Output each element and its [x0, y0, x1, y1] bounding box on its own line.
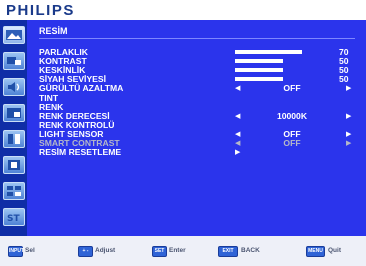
footer-key-label: Sel — [25, 247, 35, 254]
title-separator — [39, 38, 355, 39]
slider-track[interactable] — [235, 68, 331, 73]
footer-keys: INPUT Sel + - Adjust SET Enter EXIT BACK… — [0, 236, 366, 266]
left-arrow-icon[interactable]: ◀ — [235, 139, 240, 148]
brand-logo: PHILIPS — [6, 2, 75, 19]
left-arrow-icon[interactable]: ◀ — [235, 130, 240, 139]
right-arrow-icon[interactable]: ▶ — [346, 130, 351, 139]
plus-minus-key-icon: + - — [78, 246, 93, 257]
footer-key-label: Enter — [169, 247, 186, 254]
input-key-icon: INPUT — [8, 246, 24, 257]
sidebar: ST — [0, 20, 27, 236]
right-arrow-icon[interactable]: ▶ — [346, 112, 351, 121]
submenu-arrow-icon[interactable]: ▶ — [235, 148, 240, 157]
slider-fill — [235, 50, 303, 54]
header: PHILIPS — [0, 0, 366, 20]
advanced-option-icon[interactable] — [3, 156, 25, 174]
menu-panel: RESİM PARLAKLIK 70 KONTRAST 50 KESKİNLİK 50 Sİ… — [27, 20, 366, 236]
left-arrow-icon[interactable]: ◀ — [235, 112, 240, 121]
menu-row[interactable]: GÜRÜLTÜ AZALTMA ◀ OFF ▶ — [27, 84, 366, 93]
footer-key-label: Adjust — [95, 247, 116, 254]
osd-menu: PHILIPS ST RESİM PARLAKLIK70KONTRAST5 — [0, 0, 366, 266]
picture-icon[interactable] — [3, 26, 25, 44]
slider-fill — [235, 59, 283, 64]
set-key-icon: SET — [152, 246, 167, 257]
footer-key-label: Quit — [328, 247, 341, 254]
audio-icon[interactable] — [3, 78, 25, 96]
menu-row[interactable]: RESİM RESETLEME ▶ — [27, 148, 366, 157]
slider-fill — [235, 77, 283, 82]
right-arrow-icon[interactable]: ▶ — [346, 84, 351, 93]
menu-row[interactable]: TINT — [27, 93, 366, 103]
option-value: OFF — [283, 83, 301, 94]
option-value: 10000K — [276, 110, 308, 121]
svg-text:ST: ST — [7, 214, 20, 223]
menu-title: RESİM — [39, 26, 68, 36]
left-arrow-icon[interactable]: ◀ — [235, 84, 240, 93]
menu-row-label: RESİM RESETLEME — [39, 147, 122, 158]
footer-key-label: BACK — [241, 247, 260, 254]
input-icon[interactable]: ST — [3, 208, 25, 226]
exit-key-icon: EXIT — [218, 246, 238, 257]
option-value: OFF — [283, 138, 301, 148]
right-arrow-icon[interactable]: ▶ — [346, 139, 351, 148]
menu-key-icon: MENU — [306, 246, 325, 257]
tiling-icon[interactable] — [3, 182, 25, 200]
slider-track[interactable] — [235, 59, 331, 64]
slider-track[interactable] — [235, 77, 331, 82]
slider-track[interactable] — [235, 50, 331, 54]
screen-icon[interactable] — [3, 52, 25, 70]
slider-fill — [235, 68, 283, 73]
configuration-icon[interactable] — [3, 130, 25, 148]
pip-icon[interactable] — [3, 104, 25, 122]
slider-value: 50 — [339, 74, 349, 85]
